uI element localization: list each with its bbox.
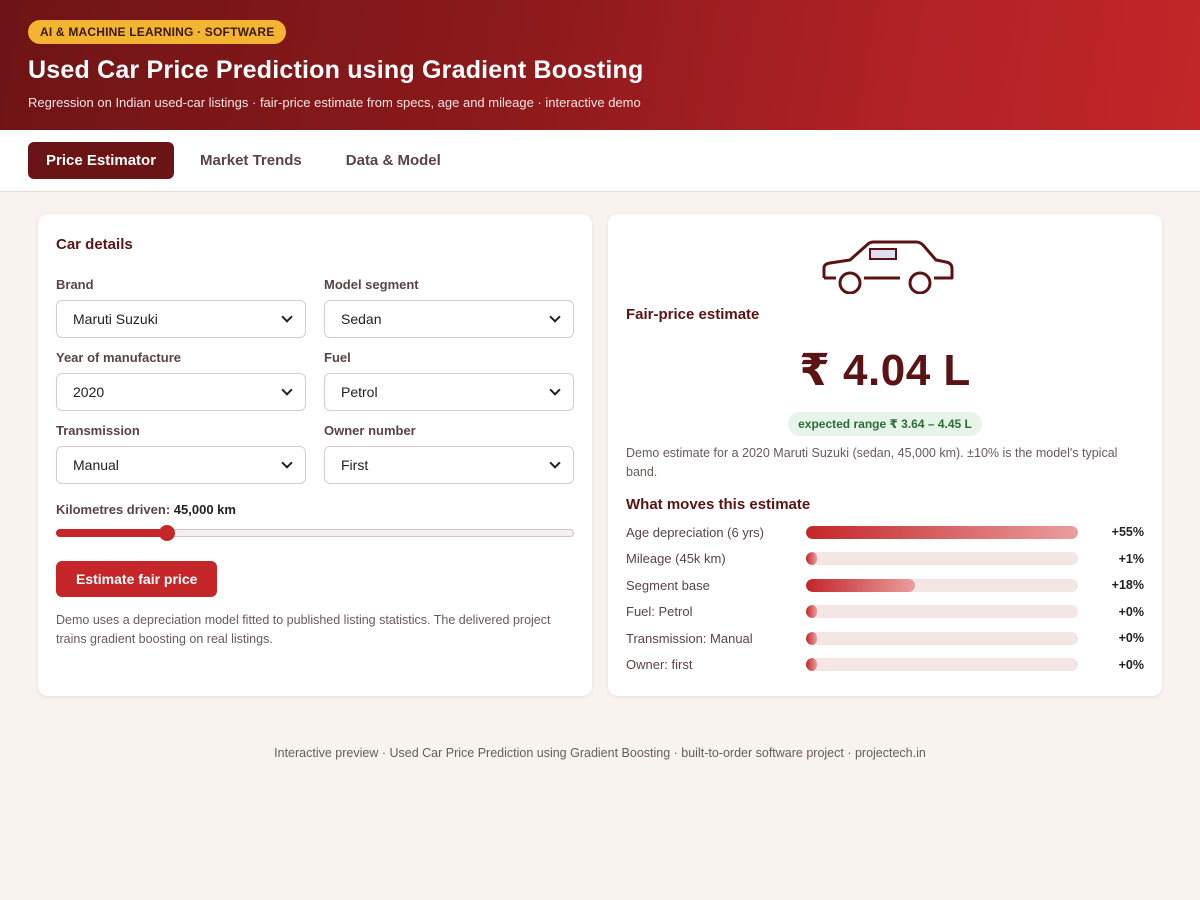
brand-select[interactable]: Maruti Suzuki xyxy=(56,300,306,338)
factor-value: +55% xyxy=(1111,525,1144,540)
transmission-field: Transmission Manual xyxy=(56,423,306,484)
moves-title: What moves this estimate xyxy=(626,496,811,513)
segment-field: Model segment Sedan xyxy=(324,277,574,338)
km-slider-fill xyxy=(56,529,168,537)
factor-row: Segment base +18% xyxy=(626,572,1144,599)
year-value: 2020 xyxy=(73,384,105,400)
chevron-down-icon xyxy=(281,384,293,396)
car-details-form: Brand Maruti Suzuki Model segment Sedan … xyxy=(56,277,574,496)
estimate-card: Fair-price estimate ₹ 4.04 L expected ra… xyxy=(608,214,1162,696)
category-badge: AI & MACHINE LEARNING · SOFTWARE xyxy=(28,20,287,44)
tab-price-estimator[interactable]: Price Estimator xyxy=(28,142,175,179)
factor-value: +1% xyxy=(1118,551,1144,566)
range-wrap: expected range ₹ 3.64 – 4.45 L xyxy=(626,412,1144,436)
fuel-field: Fuel Petrol xyxy=(324,350,574,411)
chevron-down-icon xyxy=(549,384,561,396)
fuel-value: Petrol xyxy=(341,384,378,400)
factor-label: Transmission: Manual xyxy=(626,630,753,646)
factor-bar-fill xyxy=(806,605,817,619)
factor-label: Fuel: Petrol xyxy=(626,604,693,620)
page-header: AI & MACHINE LEARNING · SOFTWARE Used Ca… xyxy=(0,0,1200,130)
main-content: Car details Brand Maruti Suzuki Model se… xyxy=(0,192,1200,696)
factor-bar-track xyxy=(806,658,1078,672)
chevron-down-icon xyxy=(281,457,293,469)
tab-bar: Price Estimator Market Trends Data & Mod… xyxy=(0,130,1200,192)
owner-label: Owner number xyxy=(324,423,416,438)
factor-bar-fill xyxy=(806,631,817,645)
price-value: ₹ 4.04 L xyxy=(799,346,971,395)
factor-label: Segment base xyxy=(626,577,710,593)
form-note: Demo uses a depreciation model fitted to… xyxy=(56,613,551,646)
factor-row: Transmission: Manual +0% xyxy=(626,625,1144,652)
transmission-select[interactable]: Manual xyxy=(56,446,306,484)
factor-label: Age depreciation (6 yrs) xyxy=(626,524,765,540)
factor-bar-fill xyxy=(806,658,817,672)
brand-label: Brand xyxy=(56,277,94,292)
segment-value: Sedan xyxy=(341,311,382,327)
chevron-down-icon xyxy=(281,311,293,323)
car-details-card: Car details Brand Maruti Suzuki Model se… xyxy=(38,214,592,696)
car-outline-icon xyxy=(822,240,954,294)
page-footer: Interactive preview · Used Car Price Pre… xyxy=(274,746,926,760)
factor-bars: Age depreciation (6 yrs) +55% Mileage (45k… xyxy=(626,519,1144,678)
factor-value: +0% xyxy=(1118,657,1144,672)
owner-value: First xyxy=(341,457,369,473)
page-title: Used Car Price Prediction using Gradient… xyxy=(28,56,644,84)
year-select[interactable]: 2020 xyxy=(56,373,306,411)
factor-value: +18% xyxy=(1111,578,1144,593)
factor-bar-track xyxy=(806,605,1078,619)
transmission-value: Manual xyxy=(73,457,119,473)
factor-bar-fill xyxy=(806,578,915,592)
estimate-button[interactable]: Estimate fair price xyxy=(56,561,218,597)
factor-row: Age depreciation (6 yrs) +55% xyxy=(626,519,1144,546)
estimate-note: Demo estimate for a 2020 Maruti Suzuki (… xyxy=(626,446,1118,479)
factor-label: Mileage (45k km) xyxy=(626,551,726,567)
factor-bar-fill xyxy=(806,525,1078,539)
factor-row: Fuel: Petrol +0% xyxy=(626,599,1144,626)
fuel-select[interactable]: Petrol xyxy=(324,373,574,411)
km-slider-thumb[interactable] xyxy=(159,525,176,541)
factor-value: +0% xyxy=(1118,604,1144,619)
factor-bar-fill xyxy=(806,552,817,566)
year-field: Year of manufacture 2020 xyxy=(56,350,306,411)
brand-value: Maruti Suzuki xyxy=(73,311,158,327)
fair-price-title: Fair-price estimate xyxy=(626,306,760,323)
fuel-label: Fuel xyxy=(324,350,351,365)
factor-row: Owner: first +0% xyxy=(626,652,1144,679)
factor-value: +0% xyxy=(1118,631,1144,646)
chevron-down-icon xyxy=(549,311,561,323)
expected-range-badge: expected range ₹ 3.64 – 4.45 L xyxy=(788,412,982,436)
page-subtitle: Regression on Indian used-car listings ·… xyxy=(28,95,641,110)
factor-bar-track xyxy=(806,578,1078,592)
km-slider[interactable] xyxy=(56,525,574,541)
factor-bar-track xyxy=(806,631,1078,645)
tab-market-trends[interactable]: Market Trends xyxy=(182,142,320,179)
chevron-down-icon xyxy=(549,457,561,469)
segment-select[interactable]: Sedan xyxy=(324,300,574,338)
km-value: 45,000 km xyxy=(173,502,236,517)
transmission-label: Transmission xyxy=(56,423,140,438)
segment-label: Model segment xyxy=(324,277,419,292)
km-label-text: Kilometres driven: xyxy=(56,502,171,517)
tab-data-model[interactable]: Data & Model xyxy=(328,142,459,179)
factor-label: Owner: first xyxy=(626,657,693,673)
owner-field: Owner number First xyxy=(324,423,574,484)
car-details-title: Car details xyxy=(56,236,133,253)
factor-row: Mileage (45k km) +1% xyxy=(626,546,1144,573)
owner-select[interactable]: First xyxy=(324,446,574,484)
km-label: Kilometres driven: 45,000 km xyxy=(56,502,574,517)
factor-bar-track xyxy=(806,552,1078,566)
brand-field: Brand Maruti Suzuki xyxy=(56,277,306,338)
factor-bar-track xyxy=(806,525,1078,539)
year-label: Year of manufacture xyxy=(56,350,181,365)
